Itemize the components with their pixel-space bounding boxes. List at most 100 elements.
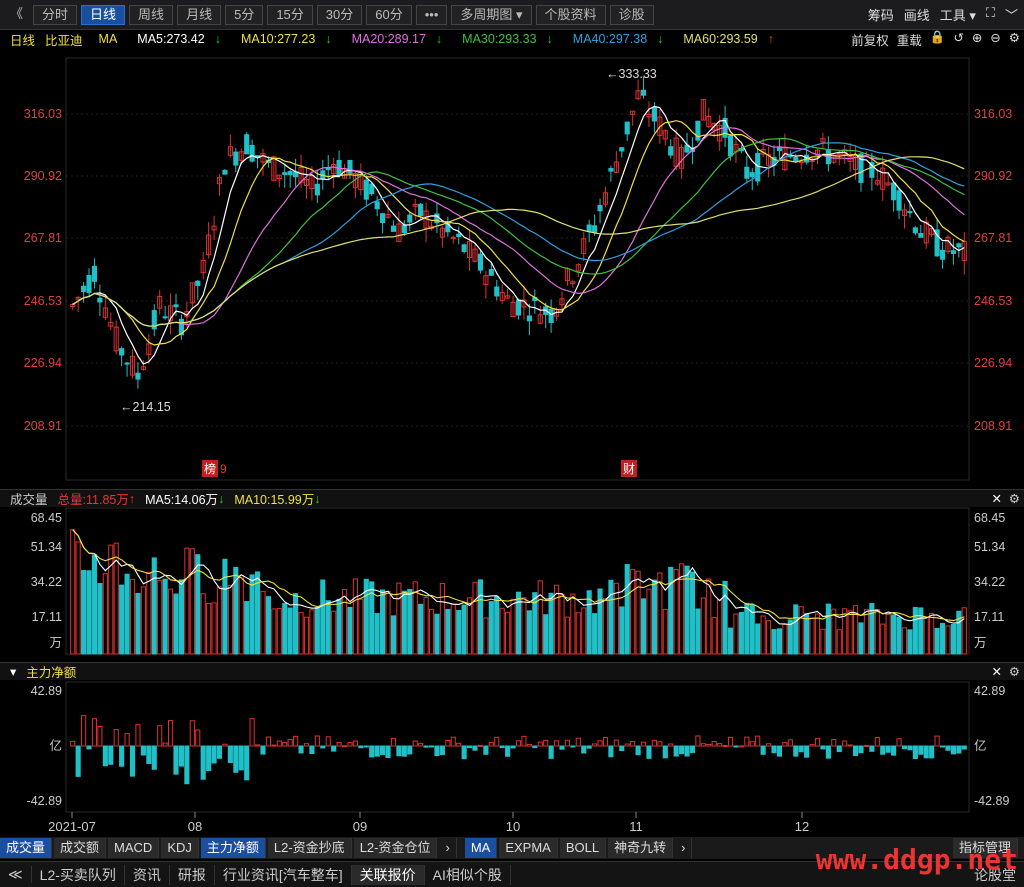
tab-minute[interactable]: 分时 — [33, 4, 78, 25]
candle-body — [477, 253, 484, 271]
candle-body — [684, 144, 690, 153]
flow-bar — [412, 740, 418, 747]
candle-body — [744, 166, 750, 179]
chips-button[interactable]: 筹码 — [868, 5, 894, 24]
tab-5min[interactable]: 5分 — [225, 4, 264, 25]
footer-tab-news[interactable]: 资讯 — [125, 864, 170, 885]
flow-bar — [97, 726, 103, 747]
tab-30min[interactable]: 30分 — [316, 4, 363, 25]
footer-toggle-icon[interactable]: ≪ — [0, 866, 32, 883]
tab-daily[interactable]: 日线 — [81, 4, 126, 25]
volume-bar — [499, 607, 505, 655]
undo-icon[interactable]: ↺ — [953, 30, 963, 49]
candle-body — [363, 179, 369, 200]
flow-bar — [418, 742, 424, 747]
volume-bar — [668, 566, 674, 655]
tools-menu[interactable]: 工具 ▾ — [940, 5, 976, 24]
back-icon[interactable]: 《 — [4, 5, 29, 25]
flow-bar — [793, 745, 799, 757]
ma-label[interactable]: MA — [99, 32, 118, 46]
collapse-icon[interactable]: ﹀ — [1005, 5, 1018, 24]
tab-expma[interactable]: EXPMA — [499, 838, 558, 858]
tab-kdj[interactable]: KDJ — [161, 838, 199, 858]
tab-amount[interactable]: 成交额 — [54, 838, 107, 858]
tabs-right-arrow[interactable]: › — [675, 838, 693, 858]
flow-bar — [287, 739, 293, 747]
flow-bar — [184, 745, 190, 785]
tab-60min[interactable]: 60分 — [366, 4, 412, 25]
flow-bar — [787, 739, 793, 747]
draw-line-button[interactable]: 画线 — [904, 5, 930, 24]
flow-bar — [434, 745, 440, 757]
settings-icon[interactable]: ⚙ — [1009, 491, 1020, 506]
tab-main-flow[interactable]: 主力净额 — [200, 838, 266, 858]
candle-body — [222, 169, 228, 175]
flow-bar — [265, 736, 271, 747]
candle-body — [820, 138, 826, 143]
settings-icon[interactable]: ⚙ — [1009, 664, 1020, 679]
stock-info-button[interactable]: 个股资料 — [535, 4, 606, 25]
fq-toggle[interactable]: 前复权 — [851, 30, 889, 49]
tabs-left-arrow[interactable]: › — [439, 838, 457, 858]
flow-axis-label-right: 亿 — [974, 738, 987, 753]
flow-bar — [733, 745, 739, 748]
volume-bar — [945, 625, 951, 655]
candle-body — [793, 156, 799, 162]
flow-bar — [570, 745, 576, 748]
close-icon[interactable]: ✕ — [992, 491, 1002, 506]
event-tag-finance: 财 — [623, 462, 635, 476]
flow-axis-label-left: 亿 — [49, 738, 62, 753]
candle-body — [254, 155, 261, 158]
zoom-in-icon[interactable]: ⊕ — [972, 30, 982, 49]
tab-macd[interactable]: MACD — [108, 838, 160, 858]
fullscreen-icon[interactable]: ⛶ — [986, 5, 995, 24]
tab-15min[interactable]: 15分 — [267, 4, 313, 25]
lock-icon[interactable]: 🔒 — [930, 30, 946, 49]
volume-bar — [260, 590, 266, 655]
collapse-toggle-icon[interactable]: ▾ — [10, 664, 16, 679]
flow-title[interactable]: 主力净额 — [26, 662, 76, 681]
tab-boll[interactable]: BOLL — [559, 838, 607, 858]
diagnose-button[interactable]: 诊股 — [609, 4, 654, 25]
footer-tab-related[interactable]: 关联报价 — [351, 864, 425, 885]
more-button[interactable]: ••• — [415, 4, 448, 25]
volume-title[interactable]: 成交量 — [10, 489, 48, 508]
flow-bar — [499, 745, 505, 749]
volume-bar — [97, 583, 103, 655]
volume-bar — [896, 616, 902, 655]
candle-body — [646, 113, 652, 118]
tab-volume[interactable]: 成交量 — [0, 838, 53, 858]
candle-body — [86, 275, 92, 293]
flow-bar — [885, 745, 891, 753]
tab-l2-position[interactable]: L2-资金仓位 — [353, 838, 438, 858]
reload-button[interactable]: 重载 — [897, 30, 922, 49]
footer-tab-ai-similar[interactable]: AI相似个股 — [425, 864, 511, 885]
zoom-out-icon[interactable]: ⊖ — [990, 30, 1000, 49]
volume-bar — [831, 608, 837, 655]
tab-nine-turn[interactable]: 神奇九转 — [608, 838, 674, 858]
candle-body — [662, 130, 668, 140]
footer-tab-industry[interactable]: 行业资讯[汽车整车] — [215, 864, 352, 885]
volume-bar — [331, 610, 337, 655]
flow-bar — [559, 745, 565, 750]
tab-l2-bottom[interactable]: L2-资金抄底 — [267, 838, 352, 858]
ma60-line — [72, 156, 965, 327]
tab-monthly[interactable]: 月线 — [177, 4, 222, 25]
multi-period-dropdown[interactable]: 多周期图 ▾ — [451, 4, 532, 25]
settings-icon[interactable]: ⚙ — [1009, 30, 1020, 49]
footer-tab-research[interactable]: 研报 — [170, 864, 215, 885]
tab-ma[interactable]: MA — [464, 838, 498, 858]
footer-tab-l2-queue[interactable]: L2-买卖队列 — [32, 864, 125, 885]
month-label: 10 — [506, 819, 520, 834]
close-icon[interactable]: ✕ — [992, 664, 1002, 679]
candle-body — [543, 306, 549, 315]
flow-bar — [597, 740, 603, 747]
volume-bar — [912, 607, 918, 655]
flow-bar — [102, 745, 108, 767]
kline-chart[interactable]: 316.03 316.03 290.92 290.92 267.81 267.81 246.… — [0, 0, 1024, 837]
candle-body — [918, 233, 924, 238]
candle-body — [640, 89, 647, 96]
tab-weekly[interactable]: 周线 — [129, 4, 174, 25]
flow-bar — [195, 729, 201, 747]
flow-bar — [358, 745, 364, 749]
